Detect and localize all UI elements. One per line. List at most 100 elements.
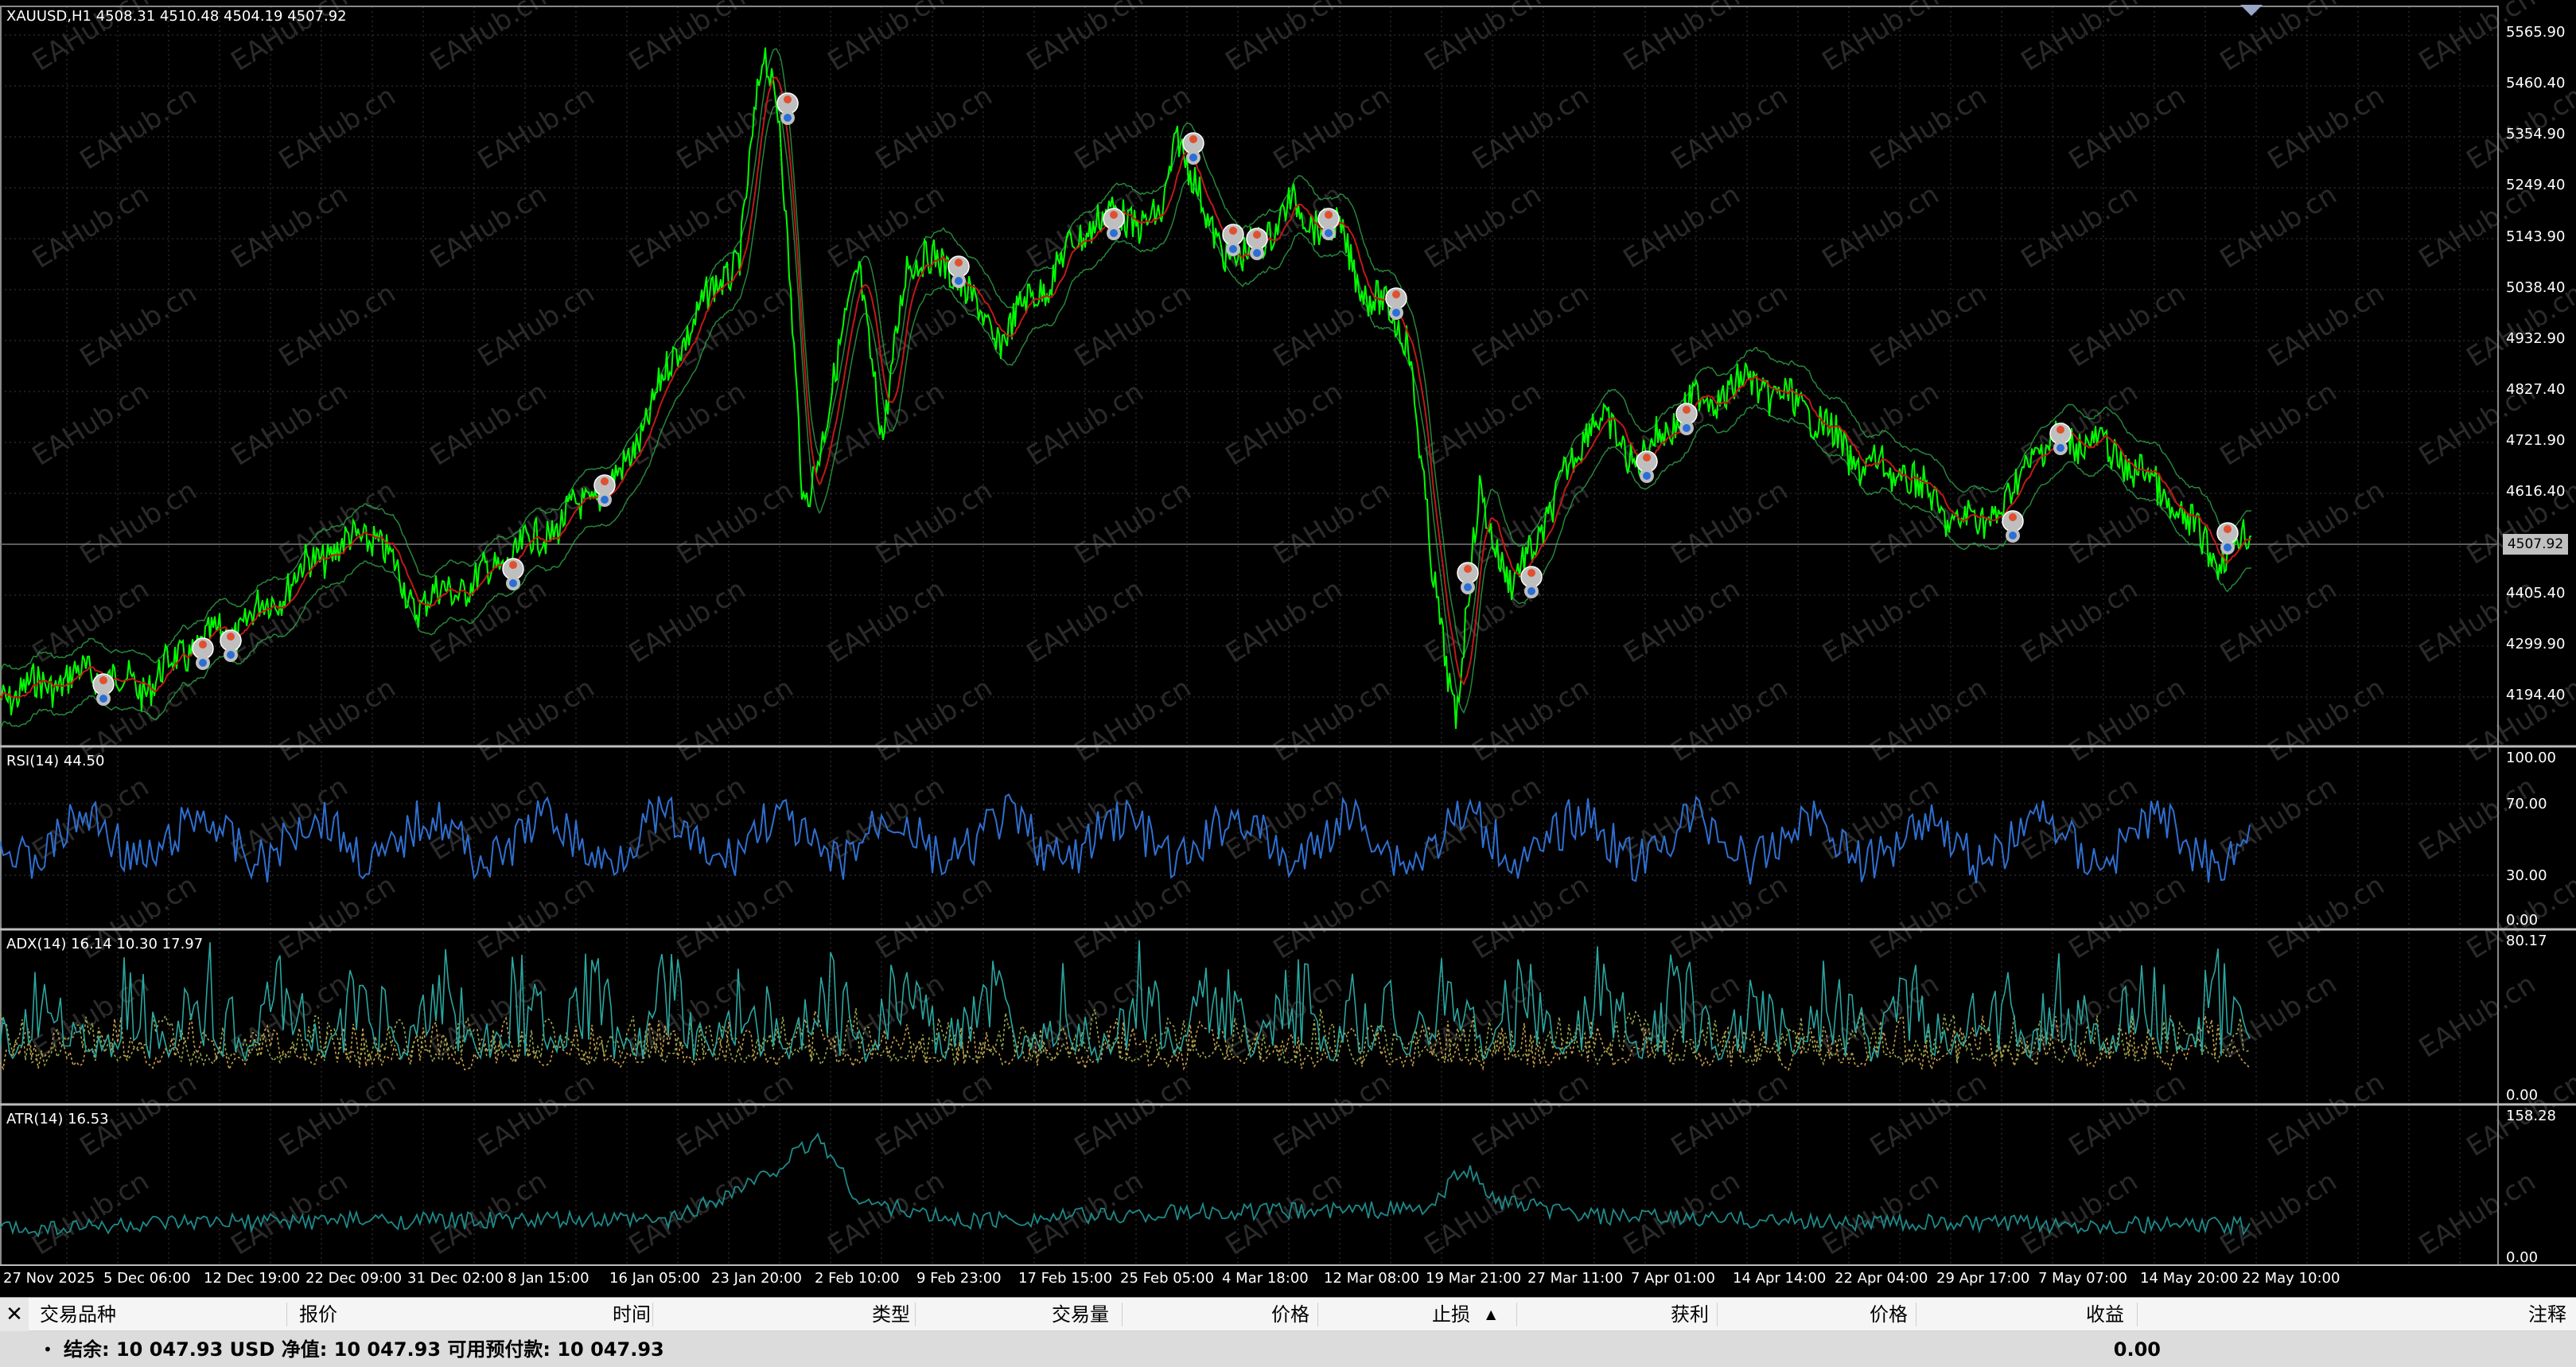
svg-text:EAHub.cn: EAHub.cn	[425, 179, 553, 275]
svg-text:EAHub.cn: EAHub.cn	[1618, 179, 1746, 275]
time-tick: 12 Dec 19:00	[204, 1270, 301, 1287]
column-volume[interactable]: 交易量	[1052, 1298, 1109, 1331]
svg-text:EAHub.cn: EAHub.cn	[2064, 278, 2192, 374]
svg-text:EAHub.cn: EAHub.cn	[473, 1067, 601, 1163]
time-tick: 16 Jan 05:00	[609, 1270, 700, 1287]
close-icon[interactable]: ✕	[0, 1298, 29, 1331]
svg-text:EAHub.cn: EAHub.cn	[2263, 870, 2391, 966]
time-tick: 5 Dec 06:00	[103, 1270, 191, 1287]
price-tick: 4299.90	[2506, 636, 2566, 652]
balance-row[interactable]: • 结余: 10 047.93 USD 净值: 10 047.93 可用预付款:…	[29, 1331, 2576, 1367]
svg-text:EAHub.cn: EAHub.cn	[624, 179, 752, 275]
svg-text:EAHub.cn: EAHub.cn	[1666, 870, 1794, 966]
svg-text:EAHub.cn: EAHub.cn	[1618, 1166, 1746, 1262]
svg-text:EAHub.cn: EAHub.cn	[1268, 80, 1396, 177]
svg-text:EAHub.cn: EAHub.cn	[1467, 870, 1595, 966]
time-tick: 22 May 10:00	[2242, 1270, 2341, 1287]
svg-text:EAHub.cn: EAHub.cn	[1220, 968, 1348, 1065]
sort-up-icon[interactable]: ▲	[1486, 1298, 1496, 1331]
atr-tick: 0.00	[2506, 1249, 2539, 1266]
price-tick: 4827.40	[2506, 381, 2566, 398]
time-tick: 19 Mar 21:00	[1426, 1270, 1522, 1287]
svg-text:EAHub.cn: EAHub.cn	[1666, 1067, 1794, 1163]
svg-text:EAHub.cn: EAHub.cn	[2064, 672, 2192, 769]
time-tick: 29 Apr 17:00	[1936, 1270, 2030, 1287]
svg-text:EAHub.cn: EAHub.cn	[2215, 771, 2343, 867]
rsi-title: RSI(14) 44.50	[6, 753, 105, 769]
svg-text:EAHub.cn: EAHub.cn	[274, 672, 402, 769]
svg-text:EAHub.cn: EAHub.cn	[624, 574, 752, 670]
svg-text:EAHub.cn: EAHub.cn	[1021, 0, 1150, 78]
svg-text:EAHub.cn: EAHub.cn	[1419, 0, 1547, 78]
svg-text:EAHub.cn: EAHub.cn	[2064, 870, 2192, 966]
column-time[interactable]: 时间	[613, 1298, 651, 1331]
svg-text:EAHub.cn: EAHub.cn	[1069, 278, 1197, 374]
svg-text:EAHub.cn: EAHub.cn	[27, 1166, 155, 1262]
time-tick: 8 Jan 15:00	[508, 1270, 590, 1287]
column-profit[interactable]: 收益	[2086, 1298, 2124, 1331]
svg-text:EAHub.cn: EAHub.cn	[2215, 376, 2343, 473]
column-tp[interactable]: 获利	[1671, 1298, 1709, 1331]
column-symbol[interactable]: 交易品种	[40, 1298, 116, 1331]
time-tick: 14 Apr 14:00	[1733, 1270, 1827, 1287]
svg-text:EAHub.cn: EAHub.cn	[75, 80, 203, 177]
rsi-tick: 0.00	[2506, 912, 2539, 929]
time-tick: 4 Mar 18:00	[1222, 1270, 1309, 1287]
svg-text:EAHub.cn: EAHub.cn	[2016, 1166, 2144, 1262]
row-bullet-icon: •	[43, 1340, 53, 1359]
svg-text:EAHub.cn: EAHub.cn	[2016, 179, 2144, 275]
terminal-panel: ✕ 交易品种 报价 时间 类型 交易量 价格 止损 ▲ 获利 价格 收益 注释 …	[0, 1297, 2576, 1367]
triangle-down-icon[interactable]	[2240, 5, 2263, 16]
svg-text:EAHub.cn: EAHub.cn	[1069, 475, 1197, 571]
svg-text:EAHub.cn: EAHub.cn	[2016, 0, 2144, 78]
svg-text:EAHub.cn: EAHub.cn	[1220, 376, 1348, 473]
column-comment[interactable]: 注释	[2528, 1298, 2566, 1331]
svg-text:EAHub.cn: EAHub.cn	[1268, 1067, 1396, 1163]
svg-text:EAHub.cn: EAHub.cn	[2263, 1067, 2391, 1163]
svg-text:EAHub.cn: EAHub.cn	[2414, 968, 2542, 1065]
svg-text:EAHub.cn: EAHub.cn	[823, 0, 951, 78]
svg-text:EAHub.cn: EAHub.cn	[1666, 278, 1794, 374]
svg-text:EAHub.cn: EAHub.cn	[27, 376, 155, 473]
svg-text:EAHub.cn: EAHub.cn	[2263, 475, 2391, 571]
svg-text:EAHub.cn: EAHub.cn	[671, 278, 800, 374]
svg-text:EAHub.cn: EAHub.cn	[1865, 278, 1993, 374]
svg-text:EAHub.cn: EAHub.cn	[1865, 1067, 1993, 1163]
svg-text:EAHub.cn: EAHub.cn	[1467, 1067, 1595, 1163]
svg-text:EAHub.cn: EAHub.cn	[1419, 1166, 1547, 1262]
terminal-header: ✕ 交易品种 报价 时间 类型 交易量 价格 止损 ▲ 获利 价格 收益 注释	[0, 1298, 2576, 1331]
svg-text:EAHub.cn: EAHub.cn	[1666, 672, 1794, 769]
svg-text:EAHub.cn: EAHub.cn	[1865, 870, 1993, 966]
price-tick: 5354.90	[2506, 126, 2566, 142]
price-tick: 4721.90	[2506, 432, 2566, 449]
column-price[interactable]: 价格	[1271, 1298, 1309, 1331]
svg-text:EAHub.cn: EAHub.cn	[1419, 179, 1547, 275]
time-tick: 23 Jan 20:00	[711, 1270, 802, 1287]
adx-tick: 80.17	[2506, 933, 2547, 949]
column-sl[interactable]: 止损	[1432, 1298, 1470, 1331]
svg-text:EAHub.cn: EAHub.cn	[2414, 771, 2542, 867]
svg-text:EAHub.cn: EAHub.cn	[1817, 1166, 1945, 1262]
column-price2[interactable]: 价格	[1870, 1298, 1908, 1331]
chart-canvas[interactable]: EAHub.cn EAHub.cn EAHub.cn EAHub.cn EAHub.cn…	[0, 0, 2576, 1297]
svg-text:EAHub.cn: EAHub.cn	[1021, 1166, 1150, 1262]
svg-text:EAHub.cn: EAHub.cn	[1817, 574, 1945, 670]
svg-text:EAHub.cn: EAHub.cn	[425, 771, 553, 867]
svg-text:EAHub.cn: EAHub.cn	[2064, 80, 2192, 177]
time-tick: 22 Dec 09:00	[305, 1270, 403, 1287]
column-type[interactable]: 类型	[872, 1298, 910, 1331]
column-quote[interactable]: 报价	[299, 1298, 337, 1331]
atr-tick: 158.28	[2506, 1108, 2556, 1124]
svg-text:EAHub.cn: EAHub.cn	[1069, 672, 1197, 769]
svg-text:EAHub.cn: EAHub.cn	[274, 278, 402, 374]
svg-text:EAHub.cn: EAHub.cn	[274, 1067, 402, 1163]
svg-text:EAHub.cn: EAHub.cn	[624, 0, 752, 78]
svg-text:EAHub.cn: EAHub.cn	[1467, 672, 1595, 769]
adx-title: ADX(14) 16.14 10.30 17.97	[6, 936, 204, 952]
price-tick: 4932.90	[2506, 330, 2566, 347]
price-tick: 5143.90	[2506, 228, 2566, 245]
time-tick: 17 Feb 15:00	[1018, 1270, 1113, 1287]
time-tick: 25 Feb 05:00	[1120, 1270, 1215, 1287]
svg-text:EAHub.cn: EAHub.cn	[823, 1166, 951, 1262]
svg-text:EAHub.cn: EAHub.cn	[1268, 475, 1396, 571]
